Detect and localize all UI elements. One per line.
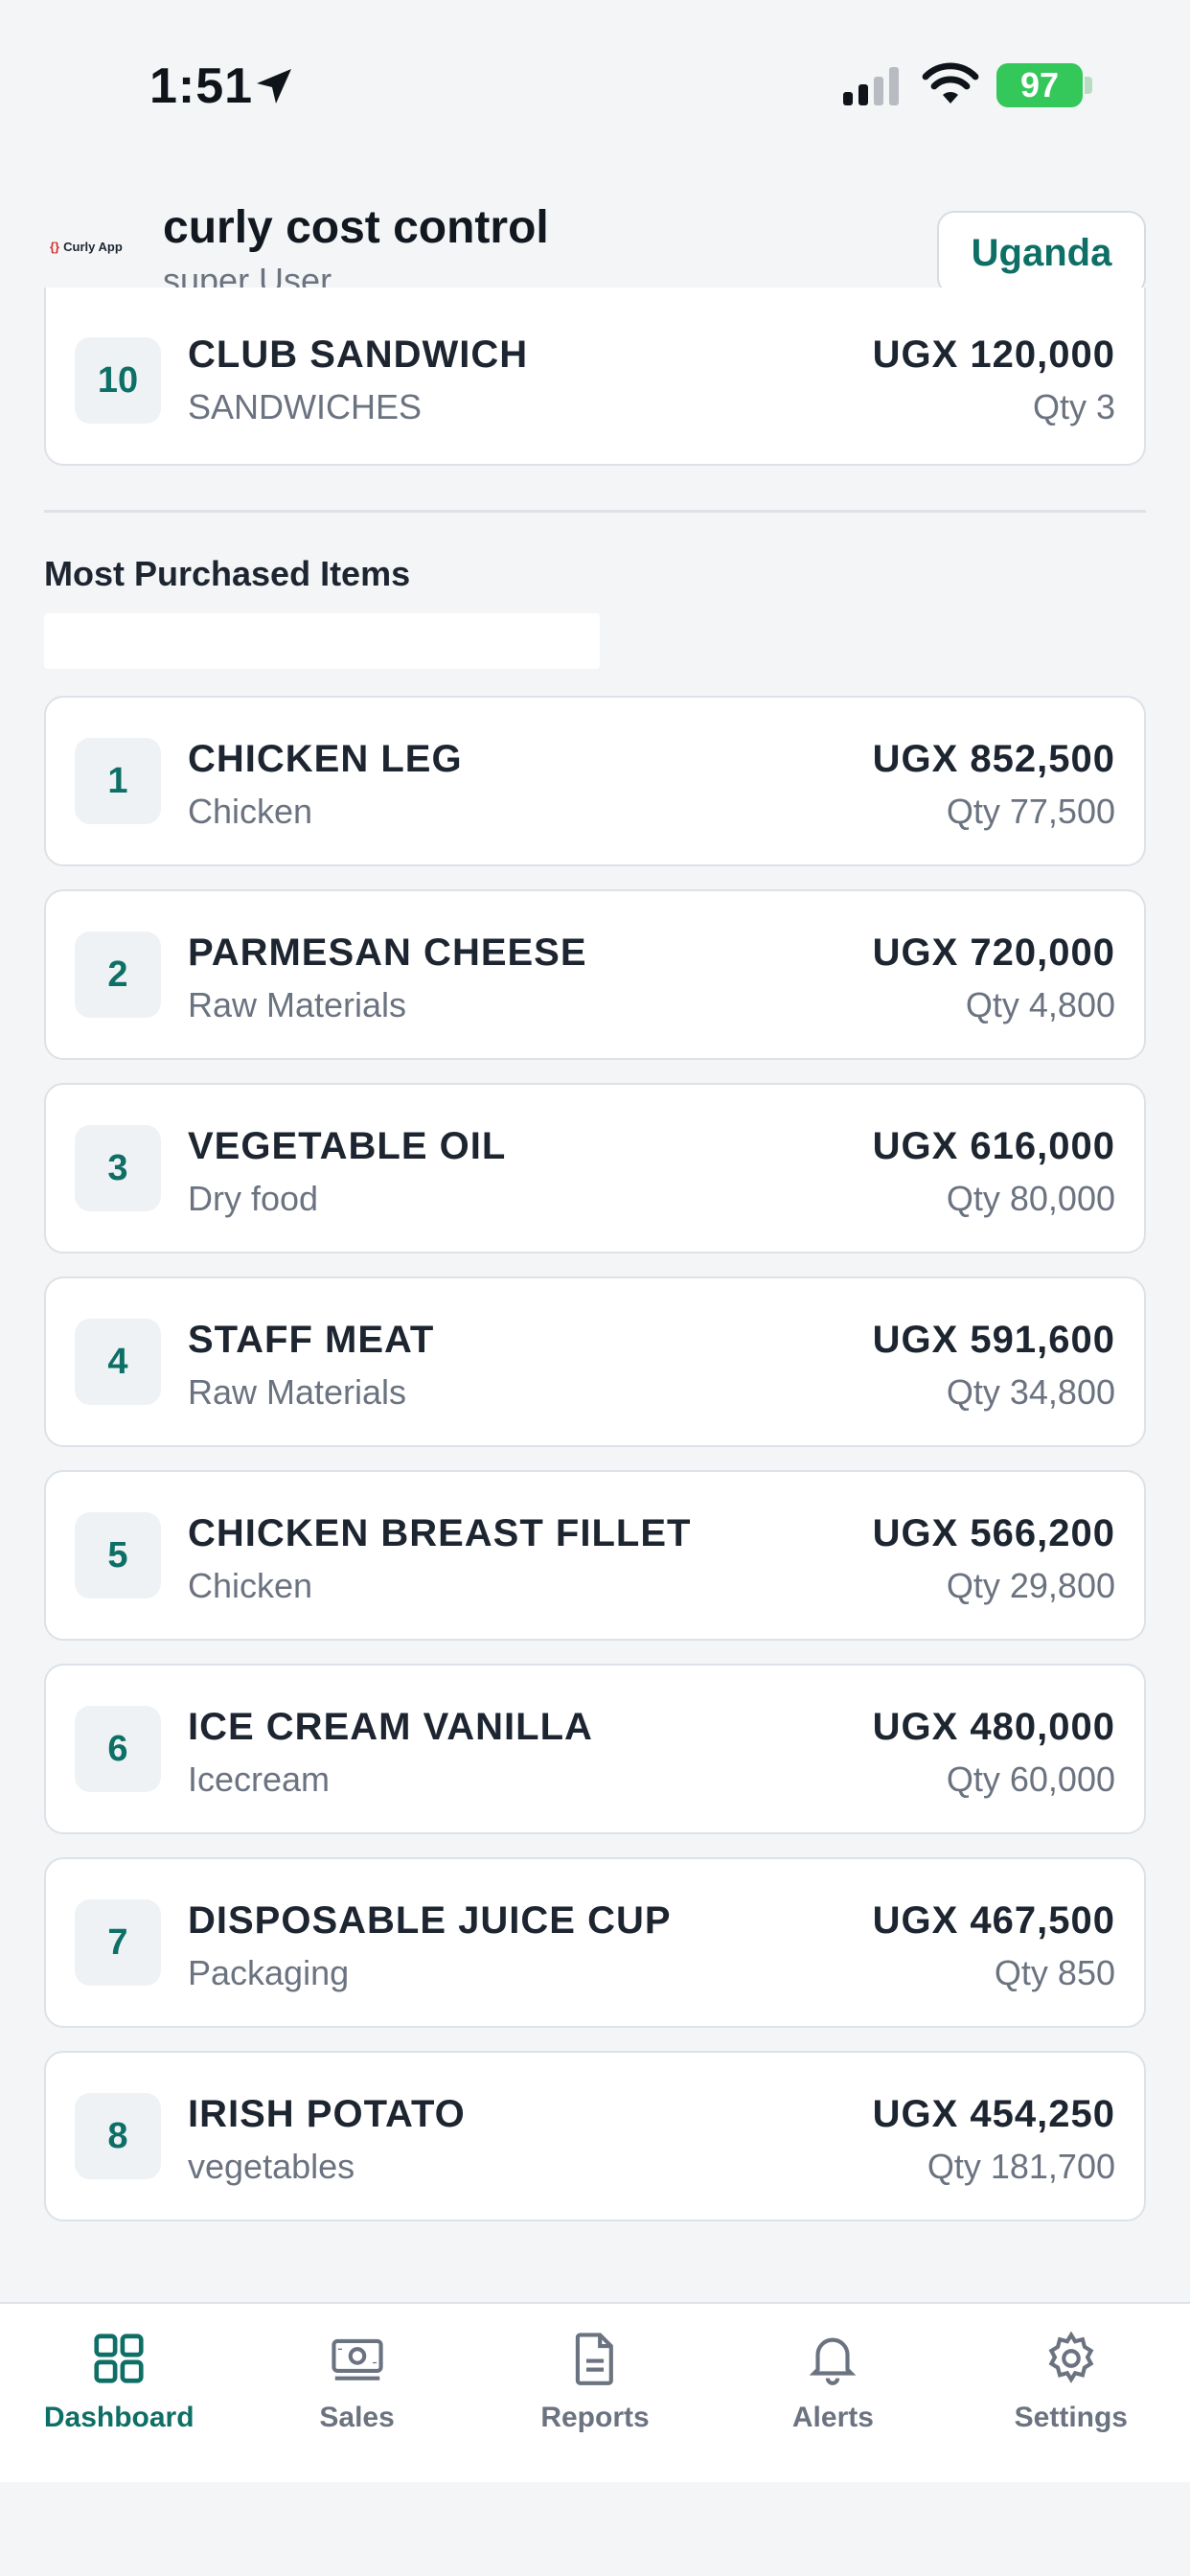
tab-alerts[interactable]: Alerts xyxy=(714,2304,951,2482)
battery-indicator: 97 xyxy=(996,63,1083,107)
item-amount: UGX 454,250 xyxy=(872,2093,1115,2135)
document-icon xyxy=(575,2333,613,2385)
logo-text: Curly App xyxy=(63,240,123,254)
tab-settings[interactable]: Settings xyxy=(952,2304,1190,2482)
item-qty: Qty 77,500 xyxy=(946,792,1115,831)
rank-badge: 8 xyxy=(75,2093,161,2179)
item-qty: Qty 850 xyxy=(994,1953,1115,1992)
rank-badge: 3 xyxy=(75,1125,161,1211)
logo-braces: {} xyxy=(50,240,60,254)
item-card: 8 IRISH POTATO vegetables UGX 454,250 Qt… xyxy=(44,2051,1146,2221)
item-name: DISPOSABLE JUICE CUP xyxy=(188,1899,672,1942)
rank-badge: 5 xyxy=(75,1512,161,1598)
item-name: STAFF MEAT xyxy=(188,1319,435,1361)
item-amount: UGX 720,000 xyxy=(872,932,1115,974)
item-name: ICE CREAM VANILLA xyxy=(188,1706,593,1748)
wifi-icon xyxy=(922,62,979,104)
item-name: CHICKEN LEG xyxy=(188,738,463,780)
item-qty: Qty 60,000 xyxy=(946,1760,1115,1799)
item-card: 4 STAFF MEAT Raw Materials UGX 591,600 Q… xyxy=(44,1276,1146,1447)
item-category: vegetables xyxy=(188,2147,355,2186)
item-card-partial: 10 CLUB SANDWICH SANDWICHES UGX 120,000 … xyxy=(44,288,1146,466)
item-card: 1 CHICKEN LEG Chicken UGX 852,500 Qty 77… xyxy=(44,696,1146,866)
item-category: Dry food xyxy=(188,1179,319,1218)
item-category: Raw Materials xyxy=(188,1372,407,1412)
rank-badge: 10 xyxy=(75,337,161,424)
rank-badge: 4 xyxy=(75,1319,161,1405)
item-qty: Qty 34,800 xyxy=(946,1372,1115,1412)
item-category: Icecream xyxy=(188,1760,331,1799)
item-amount: UGX 591,600 xyxy=(872,1319,1115,1361)
country-selector-button[interactable]: Uganda xyxy=(937,211,1146,295)
rank-badge: 2 xyxy=(75,932,161,1018)
item-name: PARMESAN CHEESE xyxy=(188,932,587,974)
gear-icon xyxy=(1048,2331,1094,2383)
tab-label: Reports xyxy=(540,2402,650,2433)
tab-label: Dashboard xyxy=(43,2402,195,2433)
item-card: 7 DISPOSABLE JUICE CUP Packaging UGX 467… xyxy=(44,1857,1146,2028)
rank-badge: 1 xyxy=(75,738,161,824)
rank-badge: 6 xyxy=(75,1706,161,1792)
tab-label: Sales xyxy=(319,2402,395,2433)
battery-level: 97 xyxy=(1019,65,1060,104)
bell-icon xyxy=(810,2337,857,2385)
item-card: 5 CHICKEN BREAST FILLET Chicken UGX 566,… xyxy=(44,1470,1146,1641)
tab-label: Settings xyxy=(1014,2402,1128,2433)
item-card: 3 VEGETABLE OIL Dry food UGX 616,000 Qty… xyxy=(44,1083,1146,1254)
item-card: 2 PARMESAN CHEESE Raw Materials UGX 720,… xyxy=(44,889,1146,1060)
item-qty: Qty 29,800 xyxy=(946,1566,1115,1605)
status-bar: 1:51 97 xyxy=(0,0,1190,172)
item-name: VEGETABLE OIL xyxy=(188,1125,507,1167)
tab-sales[interactable]: Sales xyxy=(238,2304,475,2482)
grid-icon xyxy=(94,2334,144,2383)
section-divider xyxy=(44,510,1146,513)
section-title: Most Purchased Items xyxy=(44,554,411,593)
tab-dashboard[interactable]: Dashboard xyxy=(0,2304,238,2482)
item-category: Raw Materials xyxy=(188,985,407,1024)
cellular-signal-icon xyxy=(843,67,899,105)
item-category: Chicken xyxy=(188,1566,313,1605)
app-title: curly cost control xyxy=(163,202,549,253)
item-name: CLUB SANDWICH xyxy=(188,334,529,376)
item-amount: UGX 120,000 xyxy=(872,334,1115,376)
item-card: 6 ICE CREAM VANILLA Icecream UGX 480,000… xyxy=(44,1664,1146,1834)
item-qty: Qty 80,000 xyxy=(946,1179,1115,1218)
battery-tip xyxy=(1085,77,1092,94)
bottom-tab-bar: Dashboard Sales Reports Alerts Settings xyxy=(0,2302,1190,2482)
item-amount: UGX 852,500 xyxy=(872,738,1115,780)
tab-reports[interactable]: Reports xyxy=(476,2304,714,2482)
item-category: SANDWICHES xyxy=(188,387,423,426)
item-qty: Qty 3 xyxy=(1032,387,1115,426)
item-amount: UGX 616,000 xyxy=(872,1125,1115,1167)
item-name: IRISH POTATO xyxy=(188,2093,466,2135)
item-amount: UGX 467,500 xyxy=(872,1899,1115,1942)
item-name: CHICKEN BREAST FILLET xyxy=(188,1512,692,1554)
rank-badge: 7 xyxy=(75,1899,161,1986)
location-arrow-icon xyxy=(257,69,291,104)
cash-icon xyxy=(332,2338,383,2380)
section-placeholder xyxy=(44,613,600,669)
app-logo: {} Curly App xyxy=(50,240,130,263)
item-amount: UGX 480,000 xyxy=(872,1706,1115,1748)
tab-label: Alerts xyxy=(791,2402,874,2433)
item-category: Packaging xyxy=(188,1953,350,1992)
item-qty: Qty 4,800 xyxy=(965,985,1115,1024)
item-category: Chicken xyxy=(188,792,313,831)
item-amount: UGX 566,200 xyxy=(872,1512,1115,1554)
home-indicator-area xyxy=(0,2482,1190,2576)
item-qty: Qty 181,700 xyxy=(927,2147,1115,2186)
status-time: 1:51 xyxy=(149,58,254,114)
